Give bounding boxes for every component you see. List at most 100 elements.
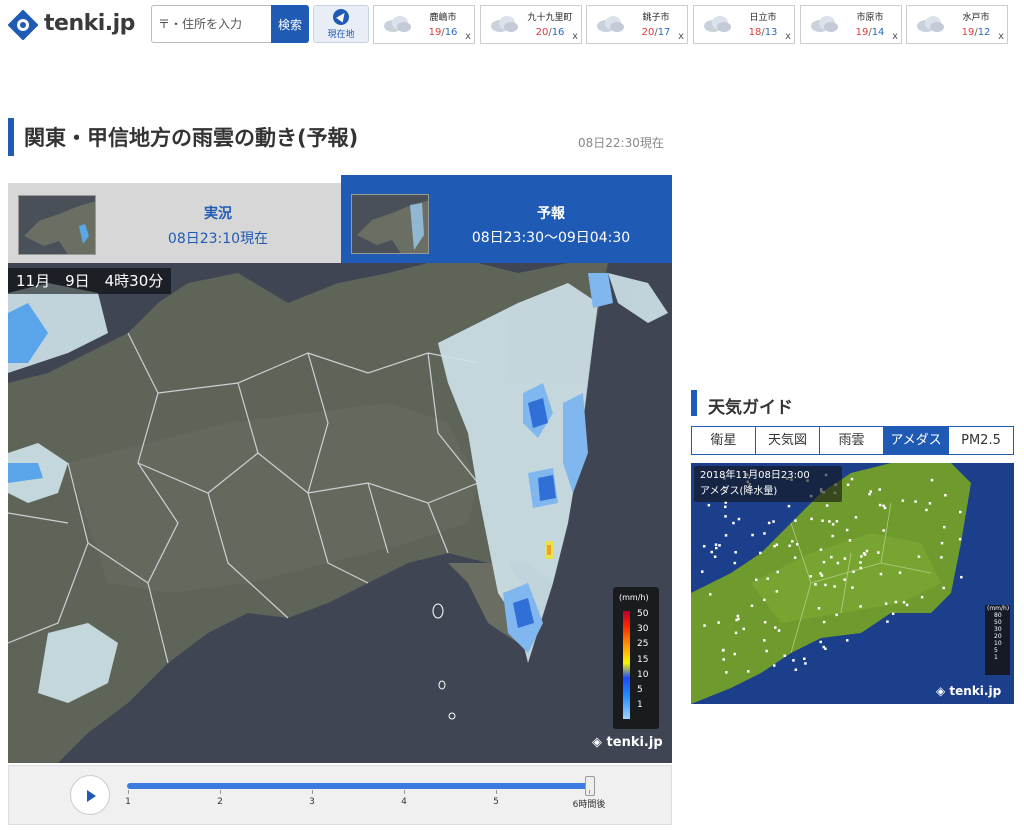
amedas-station-dot	[774, 626, 777, 629]
amedas-station-dot	[794, 668, 798, 671]
tab-actual[interactable]: 実況 08日23:10現在	[8, 183, 341, 263]
amedas-station-dot	[859, 605, 862, 608]
amedas-station-dot	[766, 577, 769, 580]
amedas-station-dot	[822, 620, 826, 624]
tenki-logo-icon	[8, 10, 38, 40]
city-name: 九十九里町	[527, 13, 573, 23]
amedas-station-dot	[868, 492, 871, 496]
amedas-station-dot	[737, 617, 740, 621]
guide-tab[interactable]: 衛星	[692, 427, 756, 454]
city-weather-card[interactable]: 日立市 18/13 x	[693, 5, 795, 44]
city-weather-card[interactable]: 市原市 19/14 x	[800, 5, 902, 44]
amedas-station-dot	[733, 652, 736, 656]
header: tenki.jp 検索 現在地 鹿嶋市 19/16 x 九十九里町 20/16 x 銚子市 2…	[0, 0, 1024, 50]
amedas-station-dot	[884, 602, 888, 605]
amedas-station-dot	[859, 566, 863, 570]
temp-low: 13	[764, 27, 778, 38]
play-button[interactable]	[70, 775, 110, 815]
guide-tab[interactable]: 天気図	[756, 427, 820, 454]
amedas-station-dot	[920, 595, 924, 599]
amedas-station-dot	[718, 544, 721, 547]
play-icon	[87, 790, 96, 802]
map-timestamp: 11月 9日 4時30分	[8, 268, 172, 294]
close-icon[interactable]: x	[678, 31, 684, 42]
amedas-station-dot	[714, 543, 718, 546]
amedas-station-dot	[959, 510, 962, 514]
temp-low: 12	[977, 27, 991, 38]
amedas-station-dot	[809, 575, 812, 578]
amedas-station-dot	[824, 583, 827, 587]
amedas-station-dot	[796, 543, 799, 546]
amedas-station-dot	[891, 612, 895, 615]
city-weather-card[interactable]: 鹿嶋市 19/16 x	[373, 5, 475, 44]
amedas-station-dot	[787, 504, 791, 508]
close-icon[interactable]: x	[572, 31, 578, 42]
amedas-legend-value: 10	[994, 640, 1002, 647]
timeline-tick-label: 2	[217, 797, 223, 807]
amedas-station-dot	[751, 533, 754, 537]
amedas-station-dot	[894, 600, 898, 604]
amedas-station-dot	[767, 521, 771, 525]
amedas-station-dot	[747, 670, 750, 673]
amedas-station-dot	[733, 561, 737, 565]
amedas-station-dot	[702, 545, 706, 548]
cloudy-icon	[491, 16, 518, 32]
current-location-button[interactable]: 現在地	[313, 5, 369, 43]
tenki-logo[interactable]: tenki.jp	[8, 8, 140, 42]
amedas-station-dot	[902, 601, 906, 604]
amedas-station-dot	[819, 548, 823, 551]
amedas-station-dot	[701, 570, 704, 573]
guide-tab[interactable]: 雨雲	[820, 427, 884, 454]
close-icon[interactable]: x	[892, 31, 898, 42]
amedas-station-dot	[860, 555, 863, 558]
guide-tab[interactable]: PM2.5	[949, 427, 1013, 454]
city-weather-card[interactable]: 銚子市 20/17 x	[586, 5, 688, 44]
timeline-handle[interactable]	[585, 776, 595, 796]
page-title: 関東・甲信地方の雨雲の動き(予報)	[24, 126, 359, 150]
guide-tab[interactable]: アメダス	[884, 427, 949, 454]
close-icon[interactable]: x	[998, 31, 1004, 42]
amedas-station-dot	[845, 528, 849, 532]
map-brand: ◈ tenki.jp	[592, 735, 663, 750]
timeline-tick-mark	[220, 790, 221, 794]
amedas-station-dot	[759, 551, 762, 555]
city-weather-card[interactable]: 九十九里町 20/16 x	[480, 5, 582, 44]
close-icon[interactable]: x	[785, 31, 791, 42]
temp-low: 17	[657, 27, 671, 38]
amedas-station-dot	[822, 645, 825, 649]
amedas-station-dot	[724, 534, 728, 537]
amedas-station-dot	[830, 555, 833, 559]
temp-high: 20	[641, 27, 655, 38]
updated-time: 08日22:30現在	[578, 136, 664, 150]
legend-value: 10	[637, 669, 649, 680]
timeline-tick-mark	[312, 790, 313, 794]
city-name: 鹿嶋市	[429, 13, 457, 23]
city-weather-card[interactable]: 水戸市 19/12 x	[906, 5, 1008, 44]
rain-cloud-map[interactable]	[8, 263, 672, 763]
timeline-tick-mark	[496, 790, 497, 794]
amedas-station-dot	[940, 556, 943, 559]
amedas-station-dot	[715, 546, 718, 550]
close-icon[interactable]: x	[465, 31, 471, 42]
tab-forecast[interactable]: 予報 08日23:30～09日04:30	[341, 175, 672, 263]
address-search-input[interactable]	[151, 5, 271, 43]
amedas-station-dot	[831, 523, 835, 526]
timeline-tick-mark	[404, 790, 405, 794]
amedas-station-dot	[773, 544, 776, 548]
amedas-station-dot	[819, 572, 822, 575]
amedas-station-dot	[835, 520, 839, 523]
amedas-station-dot	[859, 561, 862, 564]
amedas-station-dot	[793, 556, 797, 559]
timeline-tick-label: 6時間後	[572, 800, 606, 810]
amedas-station-dot	[724, 505, 727, 509]
search-button[interactable]: 検索	[271, 5, 309, 43]
forecast-thumbnail	[351, 194, 429, 254]
amedas-station-dot	[940, 541, 944, 545]
amedas-station-dot	[883, 506, 887, 510]
amedas-station-dot	[878, 503, 882, 507]
amedas-station-dot	[794, 519, 797, 522]
city-name: 銚子市	[642, 13, 670, 23]
amedas-station-dot	[925, 508, 928, 512]
amedas-station-dot	[742, 627, 745, 631]
amedas-station-dot	[822, 560, 826, 564]
